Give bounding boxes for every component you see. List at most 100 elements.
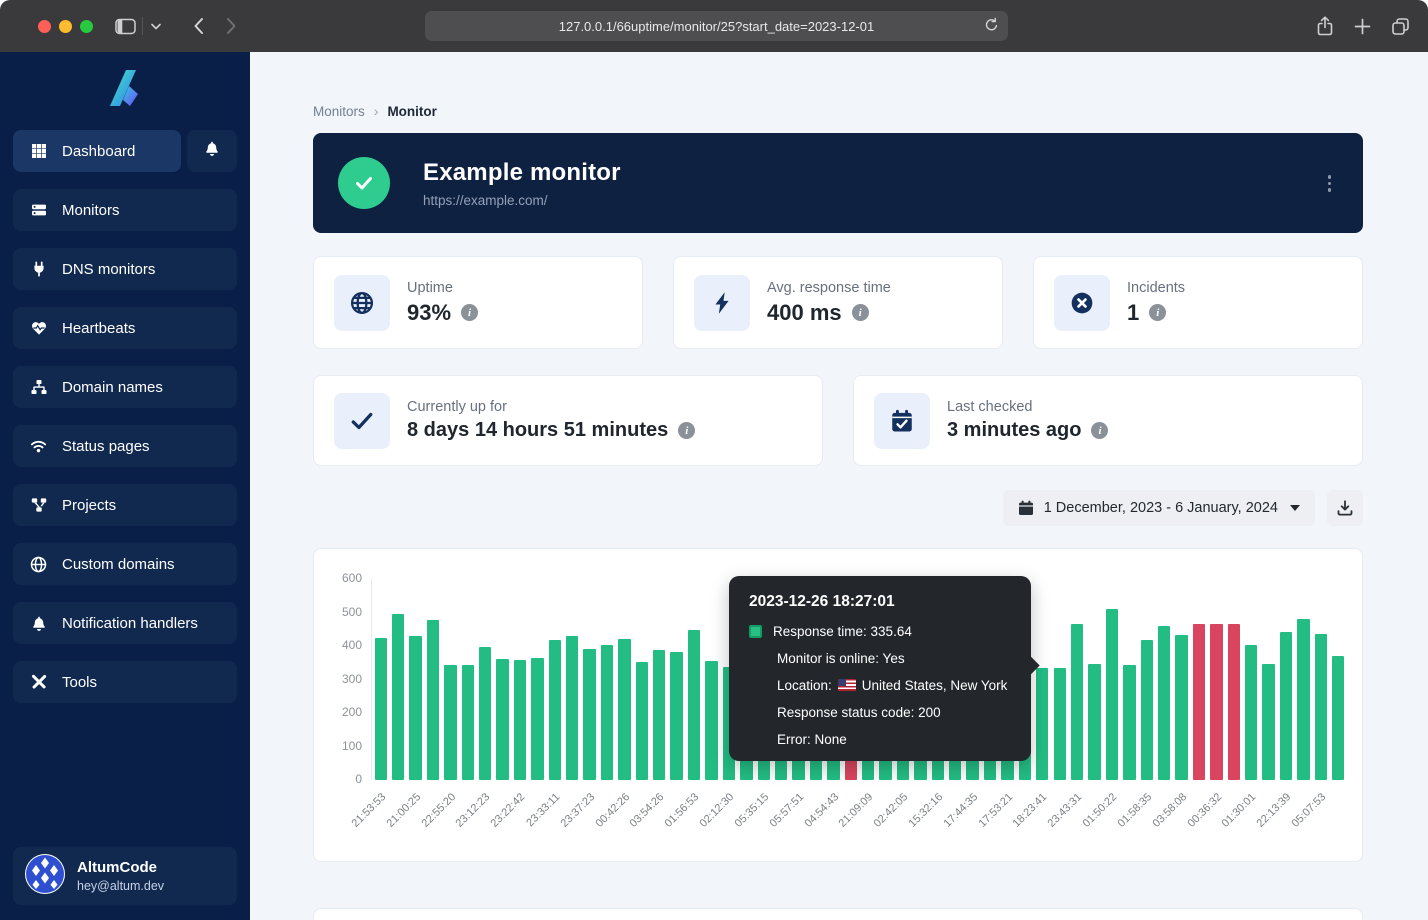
info-icon[interactable] xyxy=(461,304,478,321)
account-card[interactable]: AltumCode hey@altum.dev xyxy=(13,847,237,905)
chart-bar[interactable] xyxy=(1071,624,1083,780)
breadcrumb-monitors-link[interactable]: Monitors xyxy=(313,104,365,119)
tooltip-online: Monitor is online: Yes xyxy=(777,651,905,666)
incidents-label: Incidents xyxy=(1127,280,1185,296)
share-icon[interactable] xyxy=(1316,16,1334,36)
minimize-window-button[interactable] xyxy=(59,20,72,33)
chart-bar[interactable] xyxy=(549,640,561,780)
chart-bar[interactable] xyxy=(705,661,717,780)
chart-bar[interactable] xyxy=(1280,632,1292,780)
sidebar-item-label: Monitors xyxy=(62,202,120,219)
chart-bar[interactable] xyxy=(1036,668,1048,780)
tab-overview-icon[interactable] xyxy=(1391,17,1410,36)
monitor-header-card: Example monitor https://example.com/ xyxy=(313,133,1363,233)
chart-bar[interactable] xyxy=(1106,609,1118,780)
sidebar-item-custom-domains[interactable]: Custom domains xyxy=(13,543,237,585)
info-icon[interactable] xyxy=(1091,422,1108,439)
app-logo[interactable] xyxy=(13,66,237,110)
sidebar-item-label: Dashboard xyxy=(62,143,135,160)
tools-icon xyxy=(30,674,47,690)
ellipsis-menu-icon[interactable] xyxy=(1324,171,1336,196)
chart-bar[interactable] xyxy=(618,639,630,780)
chart-bar[interactable] xyxy=(1054,668,1066,780)
globe-icon xyxy=(30,556,47,573)
server-icon xyxy=(30,202,47,218)
sidebar-item-tools[interactable]: Tools xyxy=(13,661,237,703)
chart-bar[interactable] xyxy=(409,636,421,780)
info-icon[interactable] xyxy=(678,422,695,439)
x-tick-label: 01:58:35 xyxy=(1115,791,1154,830)
chart-bar[interactable] xyxy=(375,638,387,780)
sidebar-item-notification-handlers[interactable]: Notification handlers xyxy=(13,602,237,644)
tooltip-title: 2023-12-26 18:27:01 xyxy=(749,593,1011,611)
tooltip-location-label: Location: xyxy=(777,678,832,693)
chart-bar[interactable] xyxy=(1228,624,1240,780)
heartbeat-icon xyxy=(30,320,47,336)
chart-bar[interactable] xyxy=(636,662,648,780)
chart-bar[interactable] xyxy=(479,647,491,780)
account-email: hey@altum.dev xyxy=(77,879,164,893)
chevron-down-icon[interactable] xyxy=(142,17,171,35)
y-tick-label: 200 xyxy=(318,705,362,719)
chart-bar[interactable] xyxy=(1158,626,1170,780)
zoom-window-button[interactable] xyxy=(80,20,93,33)
chart-bar[interactable] xyxy=(427,620,439,780)
chart-bar[interactable] xyxy=(583,649,595,780)
sidebar-item-domain-names[interactable]: Domain names xyxy=(13,366,237,408)
chart-bar[interactable] xyxy=(670,652,682,780)
chart-bar[interactable] xyxy=(601,645,613,780)
chart-bar[interactable] xyxy=(1315,634,1327,780)
close-window-button[interactable] xyxy=(38,20,51,33)
x-tick-label: 23:12:23 xyxy=(454,791,493,830)
chart-bar[interactable] xyxy=(1262,664,1274,780)
sidebar-item-dashboard[interactable]: Dashboard xyxy=(13,130,181,172)
sidebar-item-heartbeats[interactable]: Heartbeats xyxy=(13,307,237,349)
notifications-button[interactable] xyxy=(187,130,237,172)
chart-bar[interactable] xyxy=(1123,665,1135,780)
sidebar-toggle-icon[interactable] xyxy=(115,18,136,35)
wifi-icon xyxy=(30,438,47,454)
chart-bar[interactable] xyxy=(444,665,456,780)
reload-icon[interactable] xyxy=(984,16,999,33)
forward-button[interactable] xyxy=(226,17,237,35)
bolt-icon xyxy=(694,275,750,331)
sidebar-item-monitors[interactable]: Monitors xyxy=(13,189,237,231)
chart-bar[interactable] xyxy=(1141,640,1153,780)
info-icon[interactable] xyxy=(852,304,869,321)
chart-bar[interactable] xyxy=(566,636,578,780)
avg-response-card: Avg. response time 400 ms xyxy=(673,256,1003,349)
sidebar-item-dns-monitors[interactable]: DNS monitors xyxy=(13,248,237,290)
x-tick-label: 03:58:08 xyxy=(1150,791,1189,830)
date-range-picker[interactable]: 1 December, 2023 - 6 January, 2024 xyxy=(1003,490,1315,526)
address-bar[interactable]: 127.0.0.1/66uptime/monitor/25?start_date… xyxy=(425,11,1008,41)
chart-bar[interactable] xyxy=(1193,624,1205,780)
chart-bar[interactable] xyxy=(514,660,526,780)
download-button[interactable] xyxy=(1327,490,1363,526)
x-tick-label: 05:57:51 xyxy=(767,791,806,830)
chart-bar[interactable] xyxy=(1245,645,1257,780)
chart-bar[interactable] xyxy=(496,659,508,780)
sidebar-item-projects[interactable]: Projects xyxy=(13,484,237,526)
x-tick-label: 01:56:53 xyxy=(663,791,702,830)
x-tick-label: 15:32:16 xyxy=(907,791,946,830)
back-button[interactable] xyxy=(193,17,204,35)
chart-bar[interactable] xyxy=(392,614,404,780)
new-tab-icon[interactable] xyxy=(1354,18,1371,35)
x-tick-label: 17:53:21 xyxy=(976,791,1015,830)
chart-bar[interactable] xyxy=(531,658,543,780)
chart-bar[interactable] xyxy=(1175,635,1187,780)
grid-icon xyxy=(30,143,47,159)
chart-bar[interactable] xyxy=(1088,664,1100,780)
sidebar-item-status-pages[interactable]: Status pages xyxy=(13,425,237,467)
chart-bar[interactable] xyxy=(688,630,700,780)
chart-bar[interactable] xyxy=(1210,624,1222,780)
calendar-icon xyxy=(1018,500,1034,516)
chart-bar[interactable] xyxy=(653,650,665,780)
sidebar-item-label: Status pages xyxy=(62,438,150,455)
chart-bar[interactable] xyxy=(1332,656,1344,780)
info-icon[interactable] xyxy=(1149,304,1166,321)
chart-bar[interactable] xyxy=(462,665,474,780)
stats-row-2: Currently up for 8 days 14 hours 51 minu… xyxy=(313,375,1363,466)
check-icon xyxy=(334,393,390,449)
chart-bar[interactable] xyxy=(1297,619,1309,780)
